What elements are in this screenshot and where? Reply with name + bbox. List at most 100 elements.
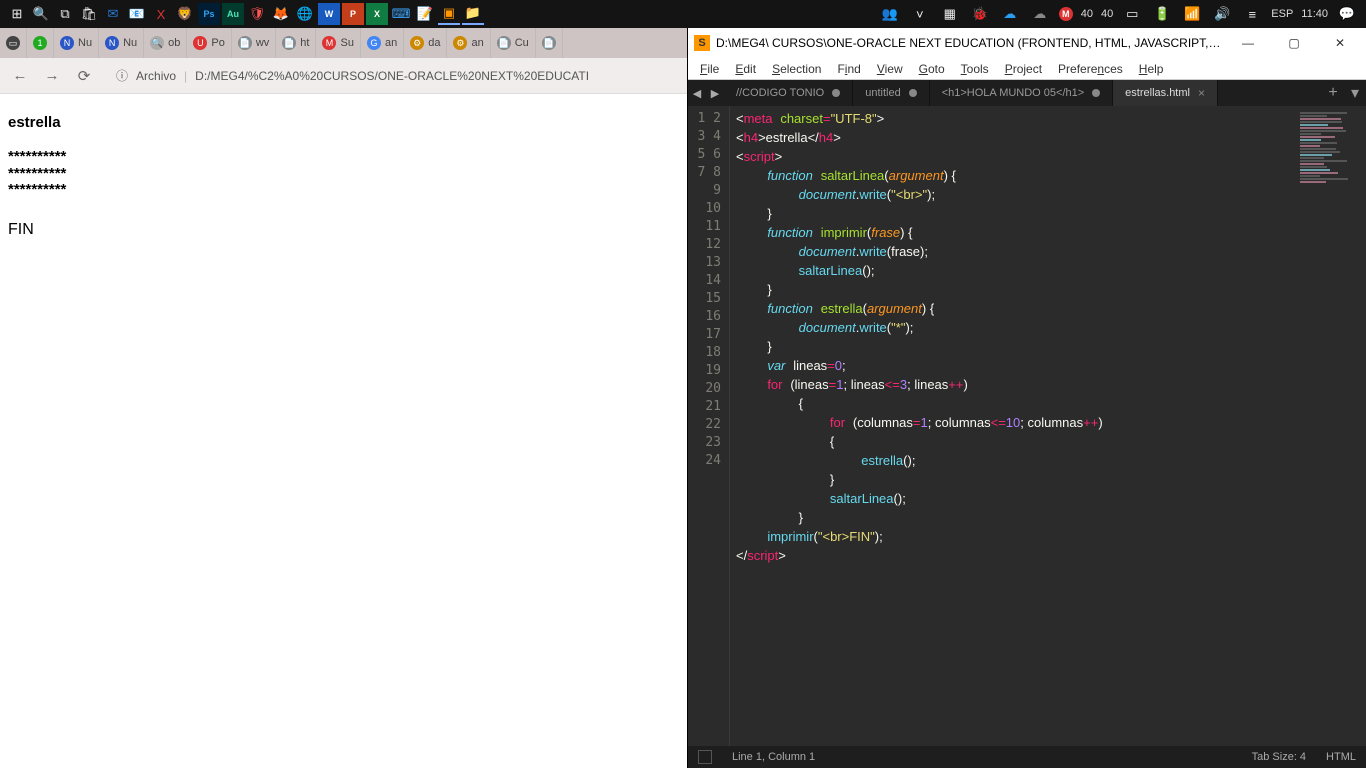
address-scheme: Archivo <box>136 69 176 83</box>
word-icon[interactable]: W <box>318 3 340 25</box>
app-icon[interactable]: 🦁 <box>174 3 196 25</box>
explorer-task-icon[interactable]: 📁 <box>462 3 484 25</box>
touchpad-icon[interactable]: ▭ <box>1121 3 1143 25</box>
notes-icon[interactable]: 📝 <box>414 3 436 25</box>
browser-tab[interactable]: Gan <box>361 28 404 58</box>
start-button[interactable]: ⊞ <box>6 3 28 25</box>
sublime-title-text: D:\MEG4\ CURSOS\ONE-ORACLE NEXT EDUCATIO… <box>716 36 1222 50</box>
sublime-titlebar[interactable]: S D:\MEG4\ CURSOS\ONE-ORACLE NEXT EDUCAT… <box>688 28 1366 58</box>
browser-tab[interactable]: 📄ht <box>276 28 316 58</box>
menu-project[interactable]: Project <box>999 60 1048 78</box>
edge-icon[interactable]: 🌐 <box>294 3 316 25</box>
clock[interactable]: 11:40 <box>1301 8 1328 20</box>
code-editor[interactable]: <meta charset="UTF-8"> <h4>estrella</h4>… <box>730 106 1294 746</box>
outlook-icon[interactable]: 📧 <box>126 3 148 25</box>
close-button[interactable]: ✕ <box>1320 29 1360 57</box>
editor-tab-active[interactable]: estrellas.html× <box>1113 80 1218 106</box>
browser-tab[interactable]: 🔍ob <box>144 28 187 58</box>
volume-icon[interactable]: 🔊 <box>1211 3 1233 25</box>
excel-icon[interactable]: X <box>366 3 388 25</box>
ime-icon[interactable]: ≡ <box>1241 3 1263 25</box>
store-icon[interactable]: 🛍 <box>78 3 100 25</box>
people-icon[interactable]: 👥 <box>879 3 901 25</box>
mail-icon[interactable]: ✉ <box>102 3 124 25</box>
browser-tab[interactable]: ⚙da <box>404 28 447 58</box>
temp-1: 40 <box>1081 8 1093 20</box>
address-path: D:/MEG4/%C2%A0%20CURSOS/ONE-ORACLE%20NEX… <box>195 69 589 83</box>
browser-tab[interactable]: UPo <box>187 28 231 58</box>
taskview-icon[interactable]: ⧉ <box>54 3 76 25</box>
dirty-dot <box>909 89 917 97</box>
sublime-tabs: ◀ ▶ //CODIGO TONIO untitled <h1>HOLA MUN… <box>688 80 1366 106</box>
browser-tab[interactable]: MSu <box>316 28 360 58</box>
browser-tab[interactable]: ▭ <box>0 28 27 58</box>
tab-nav-left[interactable]: ◀ <box>688 80 706 106</box>
firefox-icon[interactable]: 🦊 <box>270 3 292 25</box>
browser-tab[interactable]: 📄Cu <box>491 28 536 58</box>
menu-find[interactable]: Find <box>831 60 866 78</box>
page-fin: FIN <box>8 221 679 239</box>
status-syntax[interactable]: HTML <box>1326 751 1356 763</box>
sublime-window: S D:\MEG4\ CURSOS\ONE-ORACLE NEXT EDUCAT… <box>687 28 1366 768</box>
menu-view[interactable]: View <box>871 60 909 78</box>
menu-selection[interactable]: Selection <box>766 60 827 78</box>
star-row: ********** <box>8 149 679 166</box>
onedrive-icon[interactable]: ☁ <box>1029 3 1051 25</box>
menu-file[interactable]: File <box>694 60 725 78</box>
sublime-menubar: File Edit Selection Find View Goto Tools… <box>688 58 1366 80</box>
notifications-icon[interactable]: 💬 <box>1336 3 1358 25</box>
tray-icon[interactable]: ▦ <box>939 3 961 25</box>
temp-2: 40 <box>1101 8 1113 20</box>
forward-button[interactable]: → <box>42 66 62 86</box>
status-tabsize[interactable]: Tab Size: 4 <box>1252 751 1306 763</box>
address-bar[interactable]: ⓘ Archivo | D:/MEG4/%C2%A0%20CURSOS/ONE-… <box>106 63 677 89</box>
editor-tab[interactable]: untitled <box>853 80 929 106</box>
menu-goto[interactable]: Goto <box>913 60 951 78</box>
chevron-up-icon[interactable]: ˅ <box>909 3 931 25</box>
menu-help[interactable]: Help <box>1133 60 1170 78</box>
audition-icon[interactable]: Au <box>222 3 244 25</box>
brave-icon[interactable]: 🛡 <box>246 3 268 25</box>
tabs-menu-button[interactable]: ▾ <box>1344 80 1366 106</box>
browser-tab[interactable]: NNu <box>54 28 99 58</box>
vscode-icon[interactable]: ⌨ <box>390 3 412 25</box>
editor-tab[interactable]: //CODIGO TONIO <box>724 80 853 106</box>
dirty-dot <box>832 89 840 97</box>
photoshop-icon[interactable]: Ps <box>198 3 220 25</box>
sublime-task-icon[interactable]: ▣ <box>438 3 460 25</box>
close-tab-icon[interactable]: × <box>1198 86 1205 100</box>
new-tab-button[interactable]: + <box>1322 80 1344 106</box>
app-icon[interactable]: X <box>150 3 172 25</box>
sublime-icon: S <box>694 35 710 51</box>
tray-icon[interactable]: 🐞 <box>969 3 991 25</box>
editor-tab[interactable]: <h1>HOLA MUNDO 05</h1> <box>930 80 1113 106</box>
dirty-dot <box>1092 89 1100 97</box>
powerpoint-icon[interactable]: P <box>342 3 364 25</box>
search-icon[interactable]: 🔍 <box>30 3 52 25</box>
onedrive-icon[interactable]: ☁ <box>999 3 1021 25</box>
browser-tab[interactable]: ⚙an <box>447 28 490 58</box>
back-button[interactable]: ← <box>10 66 30 86</box>
minimap[interactable] <box>1294 106 1366 746</box>
status-cursor: Line 1, Column 1 <box>732 751 815 763</box>
battery-icon[interactable]: 🔋 <box>1151 3 1173 25</box>
menu-preferences[interactable]: Preferences <box>1052 60 1129 78</box>
tab-nav-right[interactable]: ▶ <box>706 80 724 106</box>
wifi-icon[interactable]: 📶 <box>1181 3 1203 25</box>
page-title: estrella <box>8 114 679 131</box>
menu-edit[interactable]: Edit <box>729 60 762 78</box>
status-panel-icon[interactable] <box>698 750 712 764</box>
minimize-button[interactable]: — <box>1228 29 1268 57</box>
browser-tab[interactable]: NNu <box>99 28 144 58</box>
star-row: ********** <box>8 166 679 183</box>
browser-tab[interactable]: 📄wv <box>232 28 276 58</box>
maximize-button[interactable]: ▢ <box>1274 29 1314 57</box>
menu-tools[interactable]: Tools <box>955 60 995 78</box>
star-row: ********** <box>8 182 679 199</box>
reload-button[interactable]: ⟳ <box>74 66 94 86</box>
browser-tab[interactable]: 📄 <box>536 28 563 58</box>
mega-icon[interactable]: M <box>1059 7 1073 21</box>
browser-tab[interactable]: 1 <box>27 28 54 58</box>
language-indicator[interactable]: ESP <box>1271 8 1293 20</box>
browser-navbar: ← → ⟳ ⓘ Archivo | D:/MEG4/%C2%A0%20CURSO… <box>0 58 687 94</box>
